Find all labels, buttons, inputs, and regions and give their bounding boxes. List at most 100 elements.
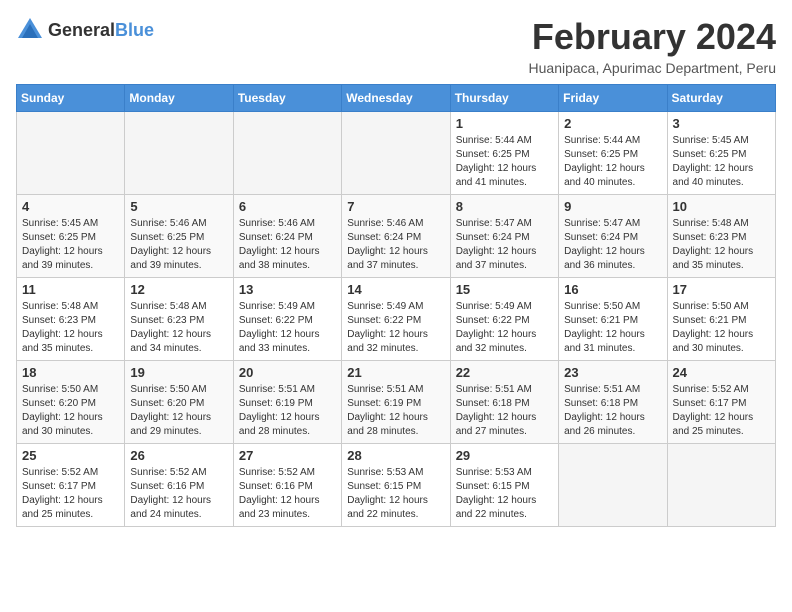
calendar-cell: 2 Sunrise: 5:44 AM Sunset: 6:25 PM Daylig… [559,112,667,195]
day-info: Sunrise: 5:53 AM Sunset: 6:15 PM Dayligh… [456,466,553,522]
calendar-cell: 14Sunrise: 5:49 AM Sunset: 6:22 PM Dayli… [342,278,450,361]
weekday-header-thursday: Thursday [450,85,558,112]
day-number: 28 [347,448,444,463]
day-info: Sunrise: 5:50 AM Sunset: 6:21 PM Dayligh… [673,300,770,356]
day-number: 22 [456,365,553,380]
calendar-cell: 21Sunrise: 5:51 AM Sunset: 6:19 PM Dayli… [342,361,450,444]
day-number: 14 [347,282,444,297]
weekday-header-saturday: Saturday [667,85,775,112]
day-number: 29 [456,448,553,463]
day-info: Sunrise: 5:50 AM Sunset: 6:21 PM Dayligh… [564,300,661,356]
month-title: February 2024 [529,16,776,58]
day-number: 25 [22,448,119,463]
day-number: 8 [456,199,553,214]
day-info: Sunrise: 5:45 AM Sunset: 6:25 PM Dayligh… [673,134,770,190]
week-row-1: 1 Sunrise: 5:44 AM Sunset: 6:25 PM Daylig… [17,112,776,195]
week-row-5: 25 Sunrise: 5:52 AM Sunset: 6:17 PM Dayli… [17,444,776,527]
page-header: GeneralBlue February 2024 Huanipaca, Apu… [16,16,776,76]
location-subtitle: Huanipaca, Apurimac Department, Peru [529,60,776,76]
day-info: Sunrise: 5:47 AM Sunset: 6:24 PM Dayligh… [456,217,553,273]
calendar-cell: 19 Sunrise: 5:50 AM Sunset: 6:20 PM Dayli… [125,361,233,444]
day-number: 2 [564,116,661,131]
calendar-cell: 12Sunrise: 5:48 AM Sunset: 6:23 PM Dayli… [125,278,233,361]
weekday-header-wednesday: Wednesday [342,85,450,112]
calendar-table: SundayMondayTuesdayWednesdayThursdayFrid… [16,84,776,527]
day-info: Sunrise: 5:44 AM Sunset: 6:25 PM Dayligh… [564,134,661,190]
calendar-cell: 8 Sunrise: 5:47 AM Sunset: 6:24 PM Daylig… [450,195,558,278]
calendar-cell: 11 Sunrise: 5:48 AM Sunset: 6:23 PM Dayli… [17,278,125,361]
day-info: Sunrise: 5:52 AM Sunset: 6:16 PM Dayligh… [130,466,227,522]
day-info: Sunrise: 5:51 AM Sunset: 6:18 PM Dayligh… [456,383,553,439]
day-number: 27 [239,448,336,463]
calendar-cell: 5Sunrise: 5:46 AM Sunset: 6:25 PM Daylig… [125,195,233,278]
calendar-cell: 24Sunrise: 5:52 AM Sunset: 6:17 PM Dayli… [667,361,775,444]
calendar-cell: 16 Sunrise: 5:50 AM Sunset: 6:21 PM Dayli… [559,278,667,361]
day-number: 1 [456,116,553,131]
calendar-cell: 1 Sunrise: 5:44 AM Sunset: 6:25 PM Daylig… [450,112,558,195]
day-info: Sunrise: 5:53 AM Sunset: 6:15 PM Dayligh… [347,466,444,522]
day-info: Sunrise: 5:48 AM Sunset: 6:23 PM Dayligh… [673,217,770,273]
calendar-cell: 17 Sunrise: 5:50 AM Sunset: 6:21 PM Dayli… [667,278,775,361]
day-number: 24 [673,365,770,380]
calendar-cell: 28 Sunrise: 5:53 AM Sunset: 6:15 PM Dayli… [342,444,450,527]
day-info: Sunrise: 5:44 AM Sunset: 6:25 PM Dayligh… [456,134,553,190]
day-number: 6 [239,199,336,214]
calendar-cell [559,444,667,527]
calendar-cell: 29 Sunrise: 5:53 AM Sunset: 6:15 PM Dayli… [450,444,558,527]
day-number: 23 [564,365,661,380]
calendar-cell: 15Sunrise: 5:49 AM Sunset: 6:22 PM Dayli… [450,278,558,361]
week-row-2: 4Sunrise: 5:45 AM Sunset: 6:25 PM Daylig… [17,195,776,278]
day-info: Sunrise: 5:48 AM Sunset: 6:23 PM Dayligh… [22,300,119,356]
day-number: 7 [347,199,444,214]
day-info: Sunrise: 5:49 AM Sunset: 6:22 PM Dayligh… [456,300,553,356]
calendar-cell: 10 Sunrise: 5:48 AM Sunset: 6:23 PM Dayli… [667,195,775,278]
weekday-header-friday: Friday [559,85,667,112]
calendar-cell: 18 Sunrise: 5:50 AM Sunset: 6:20 PM Dayli… [17,361,125,444]
calendar-cell: 3 Sunrise: 5:45 AM Sunset: 6:25 PM Daylig… [667,112,775,195]
day-info: Sunrise: 5:47 AM Sunset: 6:24 PM Dayligh… [564,217,661,273]
day-number: 5 [130,199,227,214]
week-row-4: 18 Sunrise: 5:50 AM Sunset: 6:20 PM Dayli… [17,361,776,444]
day-info: Sunrise: 5:50 AM Sunset: 6:20 PM Dayligh… [130,383,227,439]
day-number: 18 [22,365,119,380]
calendar-cell: 9 Sunrise: 5:47 AM Sunset: 6:24 PM Daylig… [559,195,667,278]
calendar-cell [342,112,450,195]
calendar-cell: 6Sunrise: 5:46 AM Sunset: 6:24 PM Daylig… [233,195,341,278]
logo-icon [16,16,44,44]
day-number: 21 [347,365,444,380]
calendar-cell: 27Sunrise: 5:52 AM Sunset: 6:16 PM Dayli… [233,444,341,527]
day-number: 19 [130,365,227,380]
day-info: Sunrise: 5:52 AM Sunset: 6:17 PM Dayligh… [22,466,119,522]
day-number: 17 [673,282,770,297]
weekday-header-row: SundayMondayTuesdayWednesdayThursdayFrid… [17,85,776,112]
day-number: 9 [564,199,661,214]
calendar-cell [17,112,125,195]
logo-blue: Blue [115,20,154,40]
logo-general: General [48,20,115,40]
calendar-cell: 25 Sunrise: 5:52 AM Sunset: 6:17 PM Dayli… [17,444,125,527]
day-info: Sunrise: 5:46 AM Sunset: 6:24 PM Dayligh… [347,217,444,273]
calendar-cell: 26 Sunrise: 5:52 AM Sunset: 6:16 PM Dayli… [125,444,233,527]
calendar-cell [667,444,775,527]
day-number: 13 [239,282,336,297]
day-number: 16 [564,282,661,297]
calendar-header: SundayMondayTuesdayWednesdayThursdayFrid… [17,85,776,112]
calendar-body: 1 Sunrise: 5:44 AM Sunset: 6:25 PM Daylig… [17,112,776,527]
day-info: Sunrise: 5:51 AM Sunset: 6:18 PM Dayligh… [564,383,661,439]
weekday-header-monday: Monday [125,85,233,112]
calendar-cell: 22 Sunrise: 5:51 AM Sunset: 6:18 PM Dayli… [450,361,558,444]
day-number: 11 [22,282,119,297]
title-block: February 2024 Huanipaca, Apurimac Depart… [529,16,776,76]
calendar-cell: 13 Sunrise: 5:49 AM Sunset: 6:22 PM Dayli… [233,278,341,361]
day-number: 26 [130,448,227,463]
day-info: Sunrise: 5:49 AM Sunset: 6:22 PM Dayligh… [239,300,336,356]
weekday-header-tuesday: Tuesday [233,85,341,112]
weekday-header-sunday: Sunday [17,85,125,112]
calendar-cell: 23 Sunrise: 5:51 AM Sunset: 6:18 PM Dayli… [559,361,667,444]
day-info: Sunrise: 5:50 AM Sunset: 6:20 PM Dayligh… [22,383,119,439]
day-info: Sunrise: 5:48 AM Sunset: 6:23 PM Dayligh… [130,300,227,356]
day-number: 20 [239,365,336,380]
day-number: 3 [673,116,770,131]
calendar-cell [125,112,233,195]
day-number: 10 [673,199,770,214]
